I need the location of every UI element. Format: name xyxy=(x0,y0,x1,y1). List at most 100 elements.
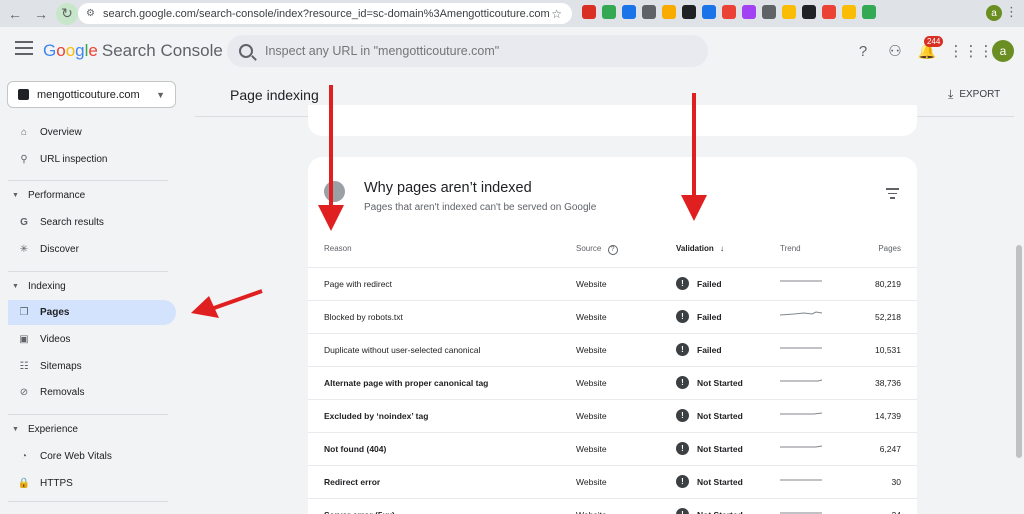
removals-icon: ⊘ xyxy=(19,387,29,398)
trend-sparkline xyxy=(780,479,822,481)
browser-profile-avatar[interactable]: a xyxy=(986,5,1002,21)
help-circle-icon[interactable]: ? xyxy=(607,245,618,255)
row-source: Website xyxy=(576,510,607,514)
extension-icon[interactable] xyxy=(682,5,696,19)
extension-icon[interactable] xyxy=(762,5,776,19)
row-validation-status: Not Started xyxy=(697,411,743,421)
gauge-icon: ◔ xyxy=(20,451,28,462)
search-console-logo[interactable]: Google Search Console xyxy=(43,41,223,61)
table-row[interactable]: Not found (404) Website! Not Started 6,247 xyxy=(308,432,917,465)
extension-icon[interactable] xyxy=(722,5,736,19)
table-row[interactable]: Blocked by robots.txt Website! Failed 52,21… xyxy=(308,300,917,333)
error-circle-icon: ! xyxy=(676,442,689,455)
home-icon: ⌂ xyxy=(20,127,28,138)
lock-icon: 🔒 xyxy=(17,478,31,489)
error-circle-icon: ! xyxy=(676,409,689,422)
row-validation-status: Not Started xyxy=(697,477,743,487)
table-row[interactable]: Alternate page with proper canonical tag… xyxy=(308,366,917,399)
row-pages-count: 52,218 xyxy=(875,312,901,322)
sidebar-item-https[interactable]: 🔒 HTTPS xyxy=(8,471,176,496)
sidebar-section-experience[interactable]: ▼ Experience xyxy=(12,424,78,435)
manage-users-icon[interactable]: ⚇ xyxy=(880,36,910,66)
export-button[interactable]: ⤓ EXPORT xyxy=(948,87,1000,102)
annotation-arrow-pages xyxy=(213,289,263,310)
extension-icon[interactable] xyxy=(842,5,856,19)
extension-icon[interactable] xyxy=(702,5,716,19)
row-validation-status: Failed xyxy=(697,312,722,322)
filter-icon[interactable] xyxy=(886,188,899,202)
sidebar-item-url-inspection[interactable]: ⚲ URL inspection xyxy=(8,147,176,172)
table-row[interactable]: Duplicate without user-selected canonica… xyxy=(308,333,917,366)
extension-icon[interactable] xyxy=(582,5,596,19)
sidebar-item-discover[interactable]: ✳ Discover xyxy=(8,237,176,262)
sidebar-item-sitemaps[interactable]: ☷ Sitemaps xyxy=(8,354,176,379)
browser-menu-icon[interactable]: ⋮ xyxy=(1005,4,1018,20)
trend-sparkline xyxy=(780,347,822,349)
sidebar-section-performance[interactable]: ▼ Performance xyxy=(12,190,85,201)
row-reason: Blocked by robots.txt xyxy=(324,312,403,322)
page-scrollbar[interactable] xyxy=(1014,75,1024,514)
sort-arrow-down-icon: ↓ xyxy=(720,244,725,253)
extension-icon[interactable] xyxy=(802,5,816,19)
reload-icon[interactable]: ↻ xyxy=(56,2,78,25)
extension-icon[interactable] xyxy=(822,5,836,19)
extension-icon[interactable] xyxy=(642,5,656,19)
error-circle-icon: ! xyxy=(676,277,689,290)
table-row[interactable]: Page with redirect Website! Failed 80,219 xyxy=(308,267,917,300)
browser-toolbar: ← → ↻ ⚙ search.google.com/search-console… xyxy=(0,0,1024,27)
column-header-source[interactable]: Source ? xyxy=(576,244,618,255)
url-inspection-search[interactable] xyxy=(227,35,708,67)
extension-icon[interactable] xyxy=(782,5,796,19)
extension-icon[interactable] xyxy=(622,5,636,19)
sitemap-icon: ☷ xyxy=(19,361,29,372)
row-validation-status: Not Started xyxy=(697,510,743,514)
sidebar-item-overview[interactable]: ⌂ Overview xyxy=(8,120,176,145)
column-header-validation[interactable]: Validation ↓ xyxy=(676,244,724,253)
table-row[interactable]: Redirect error Website! Not Started 30 xyxy=(308,465,917,498)
column-header-reason[interactable]: Reason xyxy=(324,244,352,253)
help-icon[interactable]: ? xyxy=(848,36,878,66)
card-subtitle: Pages that aren't indexed can't be serve… xyxy=(364,202,597,213)
bookmark-star-icon[interactable]: ☆ xyxy=(551,7,562,21)
column-header-pages[interactable]: Pages xyxy=(878,244,901,253)
row-reason: Redirect error xyxy=(324,477,381,487)
search-input[interactable] xyxy=(265,44,685,58)
row-validation-status: Failed xyxy=(697,345,722,355)
not-indexed-card: Why pages aren’t indexed Pages that aren… xyxy=(308,157,917,514)
table-row[interactable]: Excluded by ‘noindex’ tag Website! Not Sta… xyxy=(308,399,917,432)
sidebar-item-search-results[interactable]: G Search results xyxy=(8,210,176,235)
address-bar[interactable]: ⚙ search.google.com/search-console/index… xyxy=(78,3,572,24)
site-settings-icon[interactable]: ⚙ xyxy=(86,8,95,19)
sidebar-item-core-web-vitals[interactable]: ◔ Core Web Vitals xyxy=(8,444,176,469)
apps-grid-icon[interactable]: ⋮⋮⋮ xyxy=(949,36,994,66)
row-pages-count: 6,247 xyxy=(879,444,901,454)
notifications-bell-icon[interactable]: 🔔 244 xyxy=(912,36,944,66)
sidebar-item-removals[interactable]: ⊘ Removals xyxy=(8,380,176,405)
error-circle-icon: ! xyxy=(676,508,689,514)
row-validation-status: Not Started xyxy=(697,378,743,388)
property-favicon-icon xyxy=(18,89,29,100)
pages-icon: ❐ xyxy=(19,307,29,318)
back-arrow-icon[interactable]: ← xyxy=(4,3,26,25)
sidebar-item-videos[interactable]: ▣ Videos xyxy=(8,327,176,352)
forward-arrow-icon[interactable]: → xyxy=(30,3,52,25)
property-selector[interactable]: mengotticouture.com ▼ xyxy=(7,81,176,108)
row-pages-count: 24 xyxy=(892,510,901,514)
extension-icon[interactable] xyxy=(742,5,756,19)
row-source: Website xyxy=(576,411,607,421)
url-text: search.google.com/search-console/index?r… xyxy=(102,7,550,20)
row-source: Website xyxy=(576,477,607,487)
trend-sparkline xyxy=(780,412,823,415)
hamburger-menu-icon[interactable] xyxy=(15,41,33,55)
sidebar-section-indexing[interactable]: ▼ Indexing xyxy=(12,281,66,292)
error-circle-icon: ! xyxy=(676,343,689,356)
extension-icon[interactable] xyxy=(862,5,876,19)
table-row[interactable]: Server error (5xx) Website! Not Started 24 xyxy=(308,498,917,514)
scrollbar-thumb[interactable] xyxy=(1016,245,1022,458)
row-reason: Duplicate without user-selected canonica… xyxy=(324,345,481,355)
sidebar-item-pages[interactable]: ❐ Pages xyxy=(8,300,176,325)
search-icon: ⚲ xyxy=(20,154,28,165)
extension-icon[interactable] xyxy=(662,5,676,19)
user-avatar[interactable]: a xyxy=(992,40,1014,62)
extension-icon[interactable] xyxy=(602,5,616,19)
